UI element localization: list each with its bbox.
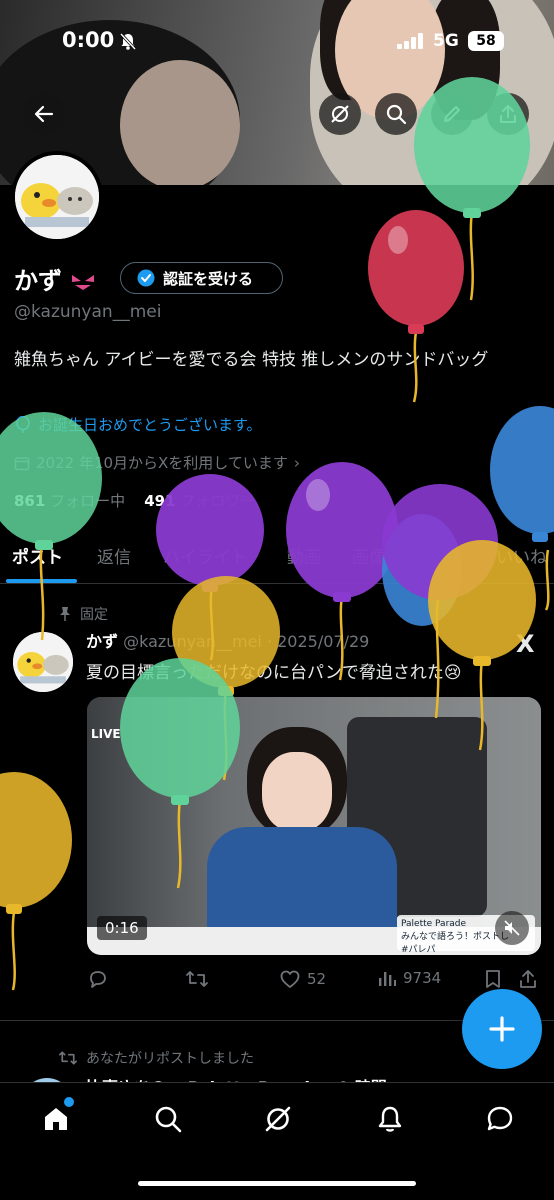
reply-button[interactable] bbox=[87, 968, 109, 990]
message-icon bbox=[487, 1106, 513, 1131]
repost-icon bbox=[58, 1051, 77, 1065]
grok-button[interactable] bbox=[319, 93, 361, 135]
bookmark-button[interactable] bbox=[483, 968, 503, 990]
followers-link[interactable]: 491 フォロワー bbox=[144, 492, 255, 510]
tab-highlights[interactable]: ハイライト bbox=[163, 543, 248, 568]
chevron-right-icon: › bbox=[293, 453, 300, 472]
joined-text: 2022 年10月からXを利用しています bbox=[36, 454, 288, 472]
video-person-kimono bbox=[207, 827, 397, 937]
network-label: 5G bbox=[433, 31, 459, 51]
like-button[interactable]: 52 bbox=[279, 968, 326, 990]
pinned-label: 固定 bbox=[58, 604, 108, 624]
pin-icon bbox=[60, 607, 70, 621]
search-icon bbox=[155, 1106, 182, 1133]
repost-note: あなたがリポストしました bbox=[58, 1048, 254, 1068]
home-unread-dot bbox=[64, 1097, 74, 1107]
post-text: 夏の目標言っただけなのに台パンで脅迫された😢 bbox=[86, 663, 462, 683]
views-chart-icon bbox=[379, 972, 396, 986]
like-count: 52 bbox=[307, 970, 327, 988]
pinned-text: 固定 bbox=[80, 607, 108, 623]
arrow-left-icon bbox=[34, 105, 54, 123]
silent-bell-icon bbox=[119, 32, 137, 51]
bell-icon bbox=[378, 1106, 402, 1132]
edit-button[interactable] bbox=[431, 93, 473, 135]
nav-notifications[interactable] bbox=[370, 1099, 410, 1139]
heart-icon bbox=[280, 970, 300, 988]
profile-name: かず bbox=[14, 261, 96, 296]
nav-search[interactable] bbox=[148, 1099, 188, 1139]
balloon-yellow-left bbox=[0, 772, 72, 991]
live-badge: LIVE bbox=[91, 727, 121, 741]
post-header: かず @kazunyan__mei · 2025/07/29 bbox=[86, 628, 369, 652]
compose-post-button[interactable] bbox=[462, 989, 542, 1069]
tab-posts[interactable]: ポスト bbox=[12, 543, 63, 568]
post-actions: 52 9734 bbox=[87, 968, 541, 996]
birthday-line[interactable]: お誕生日おめでとうございます。 bbox=[14, 414, 262, 435]
plus-icon bbox=[489, 1016, 515, 1042]
reply-icon bbox=[90, 971, 106, 988]
birthday-text: お誕生日おめでとうございます。 bbox=[38, 416, 262, 434]
search-icon bbox=[386, 104, 407, 125]
nav-messages[interactable] bbox=[480, 1099, 520, 1139]
repost-button[interactable] bbox=[185, 968, 209, 990]
post-avatar-image bbox=[13, 632, 73, 692]
back-button[interactable] bbox=[23, 93, 65, 135]
follow-stats: 861 フォロー中 491 フォロワー bbox=[14, 490, 255, 511]
video-person-face bbox=[262, 752, 332, 832]
grok-icon bbox=[331, 105, 349, 123]
post-avatar[interactable] bbox=[13, 632, 73, 692]
repost-note-text: あなたがリポストしました bbox=[86, 1051, 254, 1067]
profile-name-text: かず bbox=[14, 267, 62, 295]
video-duration: 0:16 bbox=[97, 916, 147, 940]
view-count: 9734 bbox=[403, 969, 442, 987]
tab-videos[interactable]: 動画 bbox=[287, 543, 321, 568]
following-label: フォロー中 bbox=[50, 492, 126, 510]
post-author[interactable]: かず bbox=[86, 632, 118, 651]
grok-icon bbox=[265, 1106, 291, 1132]
signal-icon bbox=[397, 33, 423, 49]
calendar-icon bbox=[14, 456, 30, 470]
following-link[interactable]: 861 フォロー中 bbox=[14, 492, 125, 510]
followers-count: 491 bbox=[144, 492, 176, 510]
profile-avatar[interactable] bbox=[11, 151, 103, 243]
joined-line[interactable]: 2022 年10月からXを利用しています › bbox=[14, 452, 300, 473]
tab-replies[interactable]: 返信 bbox=[97, 543, 131, 568]
bikini-emoji-icon bbox=[72, 275, 95, 290]
post-video[interactable]: LIVE 0:16 Palette Parade みんなで語ろう！ポストし #パ… bbox=[87, 697, 541, 955]
share-button[interactable] bbox=[487, 93, 529, 135]
profile-tabs: ポスト 返信 ハイライト 動画 画像 いいね bbox=[0, 530, 554, 584]
followers-label: フォロワー bbox=[180, 492, 256, 510]
tab-likes[interactable]: いいね bbox=[496, 543, 547, 568]
following-count: 861 bbox=[14, 492, 46, 510]
x-logo-icon: X bbox=[516, 630, 535, 658]
nav-grok[interactable] bbox=[258, 1099, 298, 1139]
search-button[interactable] bbox=[375, 93, 417, 135]
post-share-button[interactable] bbox=[517, 968, 539, 990]
mute-button[interactable] bbox=[495, 911, 529, 945]
bookmark-icon bbox=[486, 970, 500, 988]
post-meta: @kazunyan__mei · 2025/07/29 bbox=[123, 632, 370, 651]
battery-indicator: 58 bbox=[468, 31, 504, 51]
avatar-image bbox=[15, 155, 99, 239]
get-verified-button[interactable]: 認証を受ける bbox=[120, 262, 283, 294]
pencil-icon bbox=[444, 106, 460, 122]
tab-images[interactable]: 画像 bbox=[352, 543, 386, 568]
get-verified-label: 認証を受ける bbox=[163, 269, 254, 288]
status-time: 0:00 bbox=[62, 28, 115, 52]
active-tab-indicator bbox=[6, 579, 77, 583]
share-icon bbox=[500, 105, 516, 123]
views-button[interactable]: 9734 bbox=[377, 968, 441, 988]
home-icon bbox=[45, 1108, 67, 1130]
repost-icon bbox=[186, 971, 208, 987]
balloon-icon bbox=[16, 415, 30, 433]
home-indicator bbox=[138, 1181, 416, 1186]
status-bar: 0:00 5G 58 bbox=[0, 0, 554, 80]
verified-badge-icon bbox=[137, 269, 155, 287]
speaker-muted-icon bbox=[504, 920, 520, 936]
profile-handle: @kazunyan__mei bbox=[14, 302, 162, 322]
share-icon bbox=[520, 970, 536, 988]
profile-bio: 雑魚ちゃん アイビーを愛でる会 特技 推しメンのサンドバッグ bbox=[14, 350, 489, 370]
